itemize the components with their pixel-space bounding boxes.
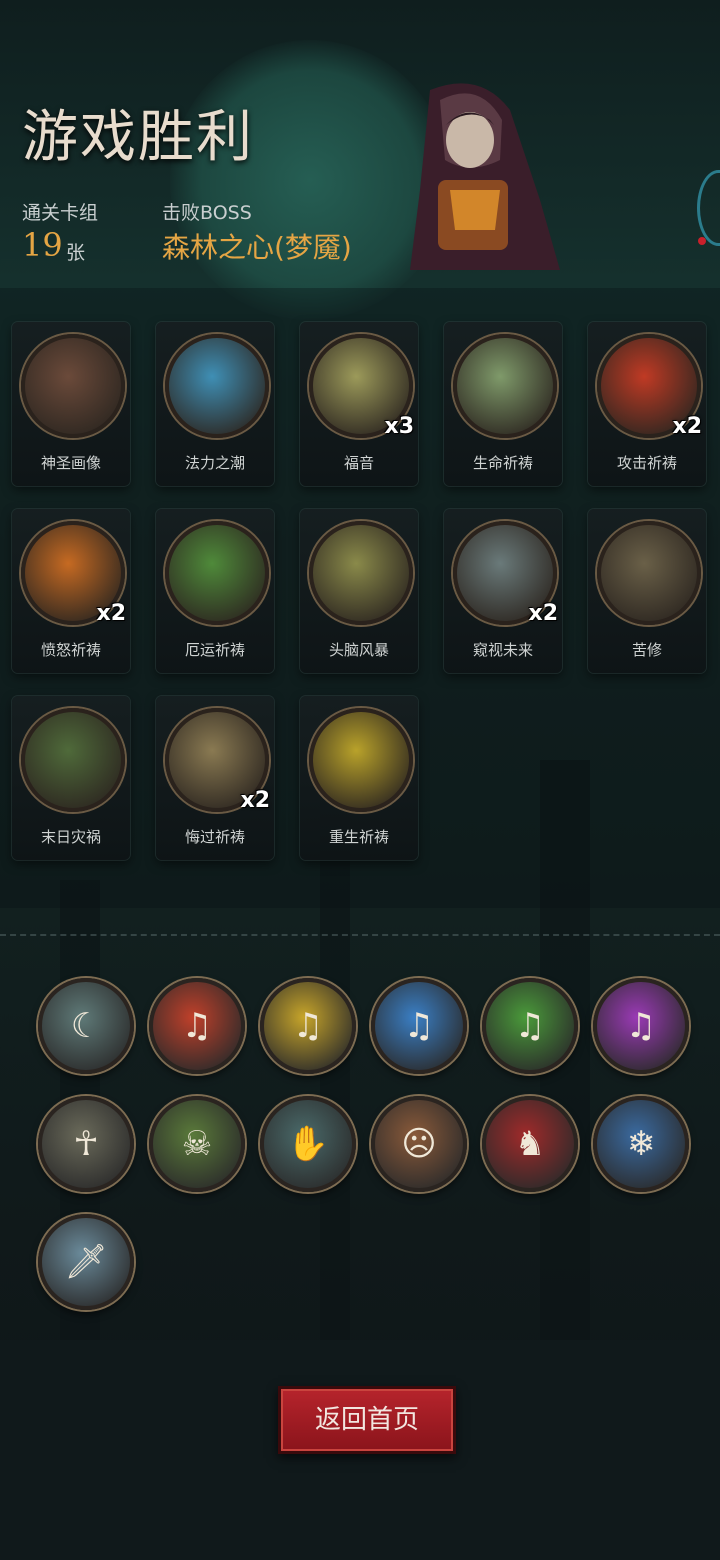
card-name: 悔过祈祷 — [184, 828, 245, 846]
deck-count: 19 — [22, 226, 63, 264]
return-home-button[interactable]: 返回首页 — [278, 1386, 456, 1454]
relic-glyph: ♫ — [181, 1006, 213, 1046]
relic-glyph: ❄ — [626, 1124, 656, 1164]
victory-header: 游戏胜利 通关卡组 19 张 击败BOSS 森林之心(梦魇) — [0, 0, 720, 300]
relic-glyph: ♞ — [514, 1124, 546, 1164]
card-name: 攻击祈祷 — [616, 454, 677, 472]
pirate-face-icon[interactable]: ☹ — [371, 1096, 467, 1192]
card-name: 头脑风暴 — [328, 641, 389, 659]
relic-glyph: ♫ — [403, 1006, 435, 1046]
card-name: 厄运祈祷 — [184, 641, 245, 659]
mana-tide-icon — [165, 334, 269, 438]
deck-card[interactable]: 苦修 — [588, 509, 706, 673]
deck-card[interactable]: 神圣画像 — [12, 322, 130, 486]
card-name: 生命祈祷 — [472, 454, 533, 472]
hooded-hero-icon — [410, 83, 560, 270]
card-name: 末日灾祸 — [40, 828, 101, 846]
relic-glyph: ✋ — [286, 1124, 330, 1164]
deck-card[interactable]: 悔过祈祷 x2 — [156, 696, 274, 860]
ghost-ogre-icon[interactable]: ☠ — [149, 1096, 245, 1192]
card-name: 重生祈祷 — [328, 828, 389, 846]
card-count-badge: x2 — [672, 414, 703, 439]
life-prayer-icon — [453, 334, 557, 438]
brainstorm-icon — [309, 521, 413, 625]
rebirth-prayer-icon — [309, 708, 413, 812]
prophet-icon[interactable]: ☥ — [38, 1096, 134, 1192]
card-name: 窥视未来 — [472, 641, 533, 659]
relic-glyph: ♫ — [292, 1006, 324, 1046]
relic-glyph: ♫ — [625, 1006, 657, 1046]
doom-prayer-icon — [165, 521, 269, 625]
yellow-music-skull-icon[interactable]: ♫ — [260, 978, 356, 1074]
blue-music-skull-icon[interactable]: ♫ — [371, 978, 467, 1074]
relic-glyph: ♫ — [514, 1006, 546, 1046]
page-title: 游戏胜利 — [22, 105, 254, 170]
section-divider — [0, 934, 720, 936]
deck-card[interactable]: 愤怒祈祷 x2 — [12, 509, 130, 673]
boss-name: 森林之心(梦魇) — [162, 231, 352, 264]
relic-glyph: ☥ — [73, 1124, 99, 1164]
holy-portrait-icon — [21, 334, 125, 438]
deck-card[interactable]: 厄运祈祷 — [156, 509, 274, 673]
card-name: 福音 — [343, 454, 374, 472]
card-name: 愤怒祈祷 — [40, 641, 101, 659]
relic-glyph: ☹ — [401, 1124, 437, 1164]
deck-card[interactable]: 福音 x3 — [300, 322, 418, 486]
deck-label: 通关卡组 — [22, 202, 99, 224]
red-demon-icon[interactable]: ♞ — [482, 1096, 578, 1192]
deck-unit: 张 — [66, 242, 86, 264]
relic-glyph: ☾ — [70, 1006, 102, 1046]
card-count-badge: x2 — [240, 788, 271, 813]
deck-card[interactable]: 头脑风暴 — [300, 509, 418, 673]
card-count-badge: x2 — [96, 601, 127, 626]
card-name: 神圣画像 — [40, 454, 101, 472]
card-hand-icon[interactable]: ✋ — [260, 1096, 356, 1192]
deck-card[interactable]: 重生祈祷 — [300, 696, 418, 860]
crescent-moon-icon[interactable]: ☾ — [38, 978, 134, 1074]
green-music-skull-icon[interactable]: ♫ — [482, 978, 578, 1074]
card-name: 苦修 — [631, 641, 662, 659]
penance-icon — [597, 521, 701, 625]
deck-card[interactable]: 窥视未来 x2 — [444, 509, 562, 673]
card-name: 法力之潮 — [184, 454, 245, 472]
side-menu-handle[interactable] — [697, 170, 720, 246]
dagger-icon[interactable]: 🗡 — [38, 1214, 134, 1310]
notification-dot — [698, 237, 706, 245]
deck-card[interactable]: 攻击祈祷 x2 — [588, 322, 706, 486]
relic-glyph: ☠ — [181, 1124, 213, 1164]
deck-card[interactable]: 法力之潮 — [156, 322, 274, 486]
doomsday-icon — [21, 708, 125, 812]
deck-card[interactable]: 生命祈祷 — [444, 322, 562, 486]
boss-label: 击败BOSS — [162, 202, 252, 224]
card-count-badge: x2 — [528, 601, 559, 626]
purple-music-skull-icon[interactable]: ♫ — [593, 978, 689, 1074]
card-count-badge: x3 — [384, 414, 415, 439]
frost-mirror-icon[interactable]: ❄ — [593, 1096, 689, 1192]
relic-glyph: 🗡 — [64, 1242, 108, 1282]
red-music-skull-icon[interactable]: ♫ — [149, 978, 245, 1074]
deck-card[interactable]: 末日灾祸 — [12, 696, 130, 860]
